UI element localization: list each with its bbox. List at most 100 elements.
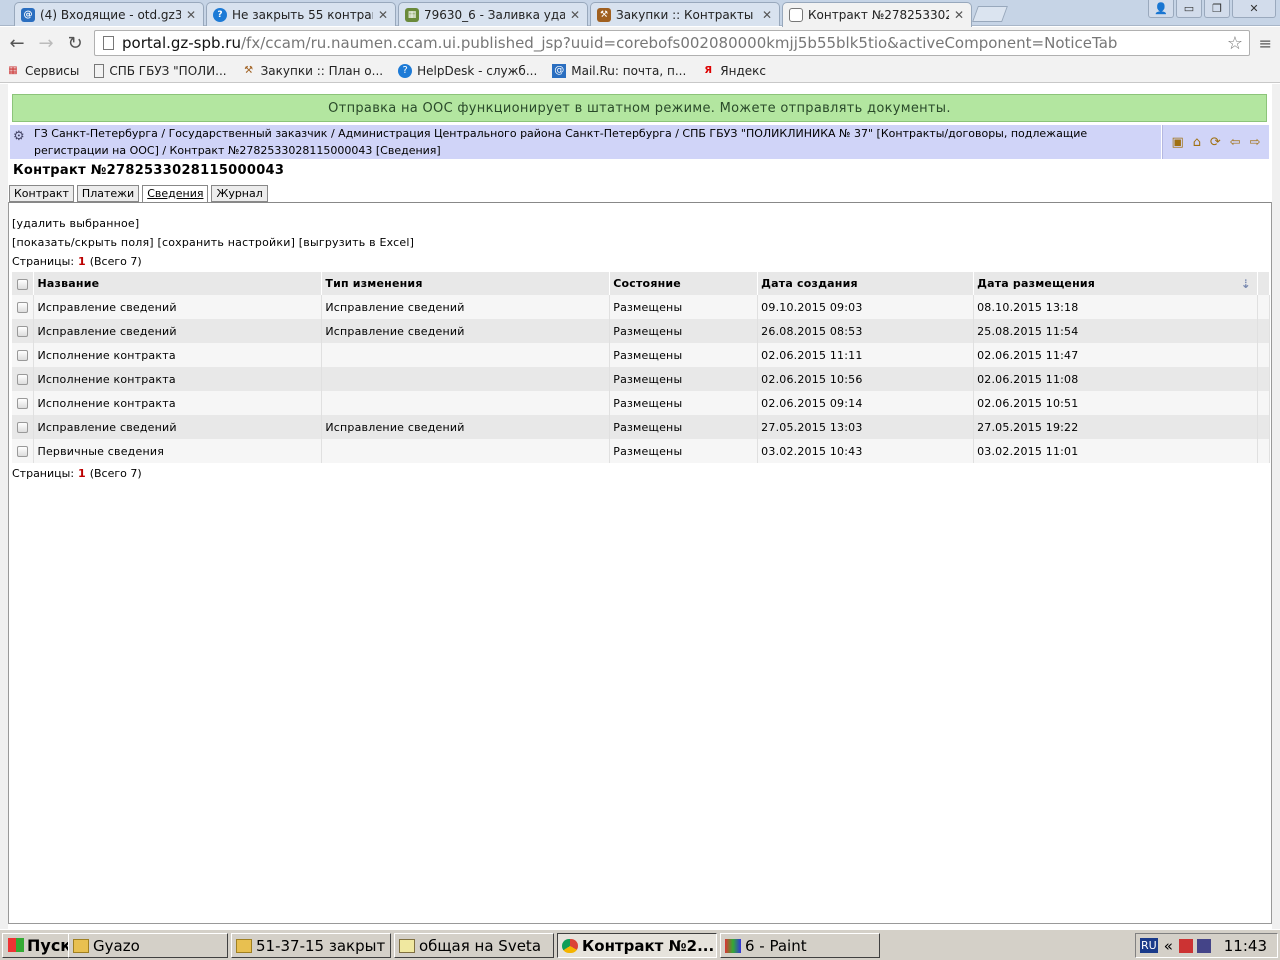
column-header-state[interactable]: Состояние — [609, 272, 759, 295]
reload-icon[interactable]: ↻ — [64, 32, 86, 54]
page-icon — [103, 36, 114, 50]
pager-current-page[interactable]: 1 — [78, 255, 86, 268]
close-tab-icon[interactable]: ✕ — [761, 8, 773, 22]
row-checkbox[interactable] — [17, 326, 28, 337]
close-tab-icon[interactable]: ✕ — [569, 8, 581, 22]
pager-label: Страницы: — [12, 255, 75, 268]
menu-icon[interactable]: ≡ — [1259, 34, 1272, 53]
tray-expand-icon[interactable]: « — [1164, 937, 1173, 955]
bookmark-label: Сервисы — [25, 63, 80, 78]
bookmark-star-icon[interactable]: ☆ — [1227, 33, 1243, 54]
bookmark-services[interactable]: ▦ Сервисы — [6, 64, 79, 78]
taskbar-item-chrome[interactable]: Контракт №2... — [557, 933, 717, 958]
bookmark-helpdesk[interactable]: ? HelpDesk - служб... — [398, 63, 537, 78]
tab-info[interactable]: Сведения — [142, 185, 209, 203]
row-checkbox[interactable] — [17, 350, 28, 361]
pager-bottom: Страницы: 1 (Всего 7) — [12, 467, 142, 480]
table-row[interactable]: Исполнение контракта Размещены 02.06.201… — [12, 343, 1271, 367]
row-checkbox[interactable] — [17, 302, 28, 313]
url-input[interactable]: portal.gz-spb.ru/fx/ccam/ru.naumen.ccam.… — [94, 30, 1250, 56]
close-tab-icon[interactable]: ✕ — [377, 8, 389, 22]
toggle-fields-link[interactable]: [показать/скрыть поля] — [12, 236, 154, 249]
export-excel-link[interactable]: [выгрузить в Excel] — [299, 236, 414, 249]
breadcrumb-path[interactable]: ГЗ Санкт-Петербурга / Государственный за… — [34, 127, 1087, 157]
table-row[interactable]: Исполнение контракта Размещены 02.06.201… — [12, 391, 1271, 415]
bookmark-polyclinic[interactable]: СПБ ГБУЗ "ПОЛИ... — [94, 63, 227, 78]
taskbar-item-label: общая на Sveta — [419, 936, 542, 955]
language-indicator[interactable]: RU — [1140, 938, 1158, 953]
delete-selected-link[interactable]: [удалить выбранное] — [12, 217, 139, 230]
browser-tab-1[interactable]: @ (4) Входящие - otd.gz3 ✕ — [14, 2, 204, 26]
table-actions: [показать/скрыть поля] [сохранить настро… — [12, 236, 414, 249]
column-header-created[interactable]: Дата создания — [757, 272, 975, 295]
browser-tab-3[interactable]: ▦ 79630_6 - Заливка уда ✕ — [398, 2, 588, 26]
cell-state: Размещены — [609, 343, 759, 367]
back-arrow-icon[interactable]: ← — [6, 32, 28, 54]
browser-tab-4[interactable]: ⚒ Закупки :: Контракты н ✕ — [590, 2, 780, 26]
cell-name[interactable]: Исполнение контракта — [33, 367, 323, 391]
table-row[interactable]: Исправление сведений Исправление сведени… — [12, 415, 1271, 439]
bookmark-mailru[interactable]: @ Mail.Ru: почта, п... — [552, 63, 686, 78]
home-icon[interactable]: ⌂ — [1193, 135, 1201, 150]
close-tab-icon[interactable]: ✕ — [953, 8, 965, 22]
taskbar-item-label: Контракт №2... — [582, 936, 715, 955]
forward-arrow-icon[interactable]: ⇨ — [1250, 135, 1261, 150]
column-header-name[interactable]: Название — [33, 272, 323, 295]
row-checkbox[interactable] — [17, 446, 28, 457]
url-host: portal.gz-spb.ru — [122, 34, 241, 52]
folder-icon[interactable]: ▣ — [1171, 135, 1183, 150]
column-header-published[interactable]: Дата размещения ⇣ — [973, 272, 1258, 295]
taskbar-item-paint[interactable]: 6 - Paint — [720, 933, 880, 958]
cell-created: 03.02.2015 10:43 — [757, 439, 975, 463]
start-button[interactable]: Пуск — [2, 932, 78, 958]
sort-down-icon[interactable]: ⇣ — [1241, 277, 1251, 291]
cell-name[interactable]: Исправление сведений — [33, 319, 323, 343]
table-row[interactable]: Исправление сведений Исправление сведени… — [12, 295, 1271, 319]
network-icon[interactable] — [1196, 938, 1211, 953]
minimize-button[interactable]: ▭ — [1176, 0, 1202, 18]
apps-icon: ▦ — [8, 65, 18, 76]
tab-payments[interactable]: Платежи — [76, 185, 140, 202]
antivirus-icon[interactable] — [1178, 938, 1193, 953]
table-row[interactable]: Исполнение контракта Размещены 02.06.201… — [12, 367, 1271, 391]
paint-icon — [725, 938, 741, 953]
taskbar-item-notepad[interactable]: общая на Sveta — [394, 933, 554, 958]
cell-name[interactable]: Первичные сведения — [33, 439, 323, 463]
cell-published: 27.05.2015 19:22 — [973, 415, 1258, 439]
table-row[interactable]: Первичные сведения Размещены 03.02.2015 … — [12, 439, 1271, 463]
table-row[interactable]: Исправление сведений Исправление сведени… — [12, 319, 1271, 343]
mailru-icon: @ — [21, 7, 35, 22]
taskbar-item-folder[interactable]: 51-37-15 закрыт — [231, 933, 391, 958]
helpdesk-icon: ? — [398, 63, 413, 78]
back-arrow-icon[interactable]: ⇦ — [1230, 135, 1241, 150]
cell-name[interactable]: Исполнение контракта — [33, 343, 323, 367]
cell-name[interactable]: Исполнение контракта — [33, 391, 323, 415]
cell-name[interactable]: Исправление сведений — [33, 415, 323, 439]
cell-name[interactable]: Исправление сведений — [33, 295, 323, 319]
user-icon[interactable]: 👤 — [1148, 0, 1174, 18]
pager-current-page[interactable]: 1 — [78, 467, 86, 480]
taskbar-item-gyazo[interactable]: Gyazo — [68, 933, 228, 958]
row-checkbox[interactable] — [17, 398, 28, 409]
select-all-checkbox[interactable] — [17, 278, 28, 290]
close-tab-icon[interactable]: ✕ — [185, 8, 197, 22]
bookmark-yandex[interactable]: Я Яндекс — [701, 64, 766, 78]
forward-arrow-icon[interactable]: → — [35, 32, 57, 54]
pager-label: Страницы: — [12, 467, 75, 480]
row-checkbox[interactable] — [17, 374, 28, 385]
tab-contract[interactable]: Контракт — [9, 185, 74, 202]
bookmark-zakupki-plan[interactable]: ⚒ Закупки :: План о... — [242, 64, 383, 78]
taskbar-item-label: Gyazo — [93, 936, 140, 955]
browser-tab-5-active[interactable]: Контракт №278253302 ✕ — [782, 2, 972, 27]
cell-published: 02.06.2015 11:08 — [973, 367, 1258, 391]
row-checkbox[interactable] — [17, 422, 28, 433]
browser-tab-2[interactable]: ? Не закрыть 55 контрак ✕ — [206, 2, 396, 26]
save-settings-link[interactable]: [сохранить настройки] — [158, 236, 296, 249]
tab-journal[interactable]: Журнал — [211, 185, 268, 202]
restore-button[interactable]: ❐ — [1204, 0, 1230, 18]
close-window-button[interactable]: ✕ — [1232, 0, 1276, 18]
column-header-change-type[interactable]: Тип изменения — [321, 272, 611, 295]
refresh-icon[interactable]: ⟳ — [1210, 135, 1221, 150]
new-tab-button[interactable] — [972, 6, 1008, 22]
cell-state: Размещены — [609, 391, 759, 415]
